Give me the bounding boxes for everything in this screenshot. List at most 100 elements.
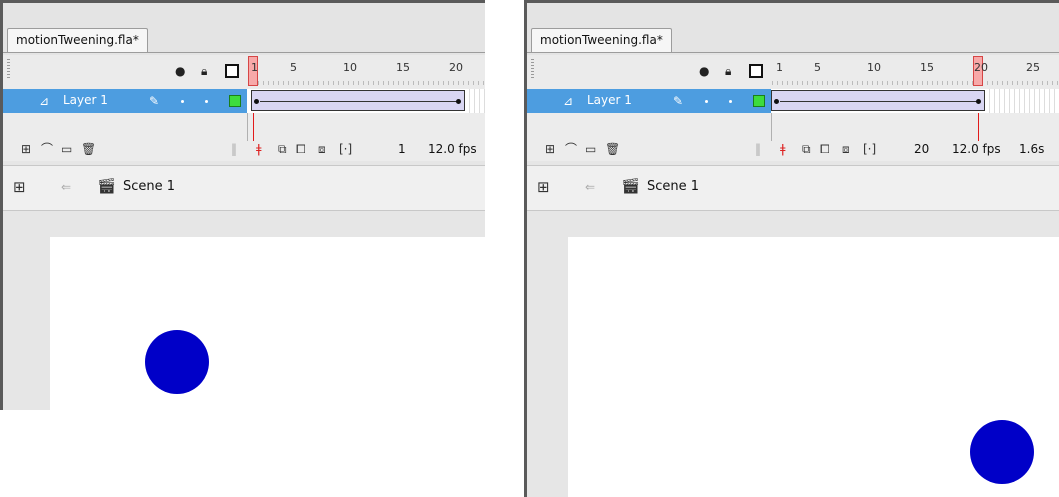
start-keyframe[interactable] bbox=[254, 99, 259, 104]
visibility-dot[interactable] bbox=[705, 100, 708, 103]
outline-color-swatch[interactable] bbox=[753, 95, 765, 107]
ruler-label: 5 bbox=[814, 61, 821, 74]
ruler-label: 20 bbox=[449, 61, 463, 74]
document-tab-bar: motionTweening.fla* bbox=[3, 3, 485, 55]
start-keyframe[interactable] bbox=[774, 99, 779, 104]
edit-multiple-frames-icon[interactable]: ⧈ bbox=[842, 141, 850, 157]
pencil-icon: ✎ bbox=[149, 94, 160, 108]
scene-label[interactable]: Scene 1 bbox=[123, 179, 175, 194]
scene-clapper-icon: 🎬︎ bbox=[97, 177, 117, 195]
onion-outlines-icon[interactable]: ⧠ bbox=[820, 141, 830, 157]
blue-circle[interactable] bbox=[145, 330, 209, 394]
ruler-label: 10 bbox=[343, 61, 357, 74]
new-layer-icon[interactable]: ⊞ bbox=[21, 141, 31, 157]
flash-window-right: motionTweening.fla* ● 🔒︎ 1 5 10 15 20 25… bbox=[524, 0, 1059, 497]
outline-color-swatch[interactable] bbox=[229, 95, 241, 107]
frame-rate[interactable]: 12.0 fps bbox=[952, 141, 1001, 157]
current-frame: 1 bbox=[398, 142, 406, 156]
document-tab[interactable]: motionTweening.fla* bbox=[531, 28, 672, 52]
current-frame: 20 bbox=[914, 142, 930, 156]
folder-icon[interactable]: ▭ bbox=[585, 141, 596, 157]
tween-span[interactable] bbox=[771, 90, 985, 111]
tab-divider bbox=[3, 52, 485, 53]
trash-icon[interactable]: 🗑︎ bbox=[81, 141, 96, 157]
frame-ruler[interactable]: 1 5 10 15 20 bbox=[248, 55, 485, 89]
lock-dot[interactable] bbox=[729, 100, 732, 103]
playhead-line bbox=[253, 113, 254, 141]
ruler-ticks bbox=[772, 81, 1059, 85]
layer-name[interactable]: Layer 1 bbox=[63, 93, 108, 107]
ruler-label: 1 bbox=[776, 61, 783, 74]
tab-divider bbox=[527, 52, 1059, 53]
lock-icon[interactable]: 🔒︎ bbox=[201, 64, 207, 78]
layer-row[interactable]: ⊿ Layer 1 ✎ bbox=[3, 89, 485, 113]
end-keyframe[interactable] bbox=[456, 99, 461, 104]
resize-handle-icon[interactable]: ‖ bbox=[231, 141, 237, 157]
layer-name[interactable]: Layer 1 bbox=[587, 93, 632, 107]
drag-handle[interactable] bbox=[7, 59, 10, 79]
motion-guide-icon[interactable]: ⌒ bbox=[41, 141, 53, 157]
visibility-dot[interactable] bbox=[181, 100, 184, 103]
tween-arrow bbox=[260, 101, 458, 102]
lock-dot[interactable] bbox=[205, 100, 208, 103]
ruler-label: 10 bbox=[867, 61, 881, 74]
eye-icon[interactable]: ● bbox=[699, 64, 709, 78]
ruler-label: 25 bbox=[1026, 61, 1040, 74]
edit-bar: ⊞ ⇐ 🎬︎ Scene 1 bbox=[3, 165, 485, 211]
end-keyframe[interactable] bbox=[976, 99, 981, 104]
stage[interactable] bbox=[50, 237, 485, 410]
edit-multiple-frames-icon[interactable]: ⧈ bbox=[318, 141, 326, 157]
stage[interactable] bbox=[568, 237, 1059, 497]
back-arrow-icon[interactable]: ⇐ bbox=[585, 179, 595, 195]
timeline-footer: ⊞ ⌒ ▭ 🗑︎ ‖ ǂ ⧉ ⧠ ⧈ [·] 20 12.0 fps 1.6s bbox=[527, 141, 1059, 161]
timeline-header: ● 🔒︎ 1 5 10 15 20 bbox=[3, 55, 485, 89]
modify-markers-icon[interactable]: [·] bbox=[339, 141, 352, 157]
ruler-label: 20 bbox=[974, 61, 988, 74]
ruler-ticks bbox=[248, 81, 485, 85]
document-tab[interactable]: motionTweening.fla* bbox=[7, 28, 148, 52]
scene-clapper-icon: 🎬︎ bbox=[621, 177, 641, 195]
ruler-label: 15 bbox=[920, 61, 934, 74]
modify-markers-icon[interactable]: [·] bbox=[863, 141, 876, 157]
empty-frames[interactable] bbox=[985, 89, 1059, 113]
lock-icon[interactable]: 🔒︎ bbox=[725, 64, 731, 78]
folder-icon[interactable]: ▭ bbox=[61, 141, 72, 157]
outline-square-icon[interactable] bbox=[225, 64, 239, 78]
ruler-label: 15 bbox=[396, 61, 410, 74]
timeline-footer: ⊞ ⌒ ▭ 🗑︎ ‖ ǂ ⧉ ⧠ ⧈ [·] 1 12.0 fps bbox=[3, 141, 485, 161]
layer-icon: ⊿ bbox=[563, 94, 574, 108]
ruler-label: 1 bbox=[251, 61, 258, 74]
edit-bar: ⊞ ⇐ 🎬︎ Scene 1 bbox=[527, 165, 1059, 211]
drag-handle[interactable] bbox=[531, 59, 534, 79]
frame-ruler[interactable]: 1 5 10 15 20 25 bbox=[772, 55, 1059, 89]
frame-rate[interactable]: 12.0 fps bbox=[428, 141, 477, 157]
ruler-label: 5 bbox=[290, 61, 297, 74]
new-layer-icon[interactable]: ⊞ bbox=[545, 141, 555, 157]
empty-frames[interactable] bbox=[465, 89, 485, 113]
motion-guide-icon[interactable]: ⌒ bbox=[565, 141, 577, 157]
center-frame-icon[interactable]: ǂ bbox=[780, 141, 786, 157]
layer-icon: ⊿ bbox=[39, 94, 50, 108]
timeline-icon[interactable]: ⊞ bbox=[537, 179, 550, 195]
layer-row[interactable]: ⊿ Layer 1 ✎ bbox=[527, 89, 1059, 113]
layer-label[interactable]: ⊿ Layer 1 ✎ bbox=[3, 89, 247, 113]
elapsed-time: 1.6s bbox=[1019, 142, 1045, 156]
timeline-icon[interactable]: ⊞ bbox=[13, 179, 26, 195]
onion-outlines-icon[interactable]: ⧠ bbox=[296, 141, 306, 157]
onion-skin-icon[interactable]: ⧉ bbox=[278, 141, 287, 157]
document-tab-bar: motionTweening.fla* bbox=[527, 3, 1059, 55]
pencil-icon: ✎ bbox=[673, 94, 684, 108]
tween-arrow bbox=[780, 101, 978, 102]
onion-skin-icon[interactable]: ⧉ bbox=[802, 141, 811, 157]
layer-label[interactable]: ⊿ Layer 1 ✎ bbox=[527, 89, 771, 113]
outline-square-icon[interactable] bbox=[749, 64, 763, 78]
back-arrow-icon[interactable]: ⇐ bbox=[61, 179, 71, 195]
eye-icon[interactable]: ● bbox=[175, 64, 185, 78]
playhead-line bbox=[978, 113, 979, 141]
center-frame-icon[interactable]: ǂ bbox=[256, 141, 262, 157]
blue-circle[interactable] bbox=[970, 420, 1034, 484]
tween-span[interactable] bbox=[251, 90, 465, 111]
resize-handle-icon[interactable]: ‖ bbox=[755, 141, 761, 157]
trash-icon[interactable]: 🗑︎ bbox=[605, 141, 620, 157]
scene-label[interactable]: Scene 1 bbox=[647, 179, 699, 194]
